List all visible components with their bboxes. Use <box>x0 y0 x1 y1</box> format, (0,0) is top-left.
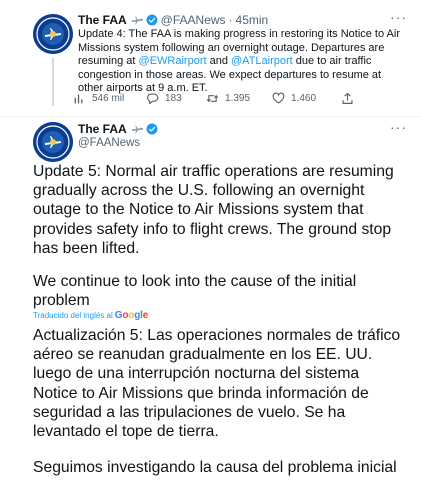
faa-avatar[interactable] <box>33 122 73 162</box>
faa-avatar[interactable] <box>33 14 73 54</box>
thread-connector-line <box>52 58 54 106</box>
retweet-count: 1.395 <box>225 93 251 104</box>
retweet-icon <box>206 94 219 103</box>
reply-button[interactable]: 183 <box>146 92 182 105</box>
tweet-text: Update 4: The FAA is making progress in … <box>78 28 408 96</box>
reply-icon <box>147 93 159 104</box>
tweet-text-paragraph-1: Update 5: Normal air traffic operations … <box>33 163 394 257</box>
separator-dot: · <box>228 13 233 27</box>
translated-paragraph-2: Seguimos investigando la causa del probl… <box>33 459 397 476</box>
views-button[interactable]: 546 mil <box>73 92 124 105</box>
tweet-actions-bar: 546 mil 183 1.395 1.460 <box>73 92 373 108</box>
retweet-button[interactable]: 1.395 <box>206 92 250 105</box>
author-handle[interactable]: @FAANews <box>161 13 226 27</box>
reply-count: 183 <box>165 93 182 104</box>
tweet-header: The FAA @FAANews · 45min <box>78 13 268 27</box>
verified-badge-icon <box>146 123 158 135</box>
share-button[interactable] <box>341 92 360 105</box>
verified-badge-icon <box>146 14 158 26</box>
faa-seal-icon <box>33 14 73 54</box>
airplane-icon <box>131 125 143 133</box>
more-icon[interactable]: ··· <box>390 119 407 135</box>
translated-paragraph-1: Actualización 5: Las operaciones normale… <box>33 327 401 441</box>
more-icon[interactable]: ··· <box>390 9 407 25</box>
translation-attribution[interactable]: Traducido del inglés al Google <box>33 310 148 321</box>
like-count: 1.460 <box>291 93 317 104</box>
author-name[interactable]: The FAA <box>78 122 127 136</box>
like-button[interactable]: 1.460 <box>272 92 316 105</box>
author-handle[interactable]: @FAANews <box>78 137 140 149</box>
tweet-time[interactable]: 45min <box>236 13 269 27</box>
airplane-icon <box>131 16 143 24</box>
translation-label: Traducido del inglés al <box>33 311 113 320</box>
share-icon <box>342 92 353 104</box>
author-name-row: The FAA <box>78 122 158 136</box>
author-name[interactable]: The FAA <box>78 13 127 27</box>
tweet-text-paragraph-2: We continue to look into the cause of th… <box>33 273 357 310</box>
tweet-divider <box>0 116 421 117</box>
views-count: 546 mil <box>92 93 125 104</box>
views-icon <box>74 94 83 104</box>
google-logo: Google <box>114 310 149 321</box>
tweet-text-and: and <box>206 55 232 67</box>
like-icon <box>272 92 285 104</box>
mention-link-atl[interactable]: @ATLairport <box>231 55 293 67</box>
mention-link-ewr[interactable]: @EWRairport <box>139 55 207 67</box>
faa-seal-icon <box>33 122 73 162</box>
